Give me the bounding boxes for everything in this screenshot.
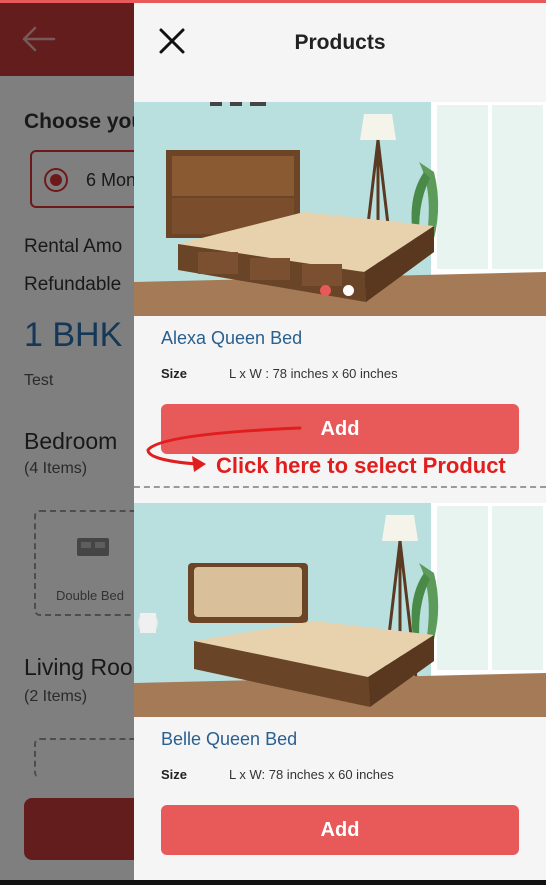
drawer-header: Products [134,3,546,81]
product-image-belle[interactable] [134,503,546,717]
annotation-text: Click here to select Product [216,453,506,478]
product-card-belle: Belle Queen Bed Size L x W: 78 inches x … [134,503,546,873]
size-label: Size [161,366,188,381]
size-value: L x W : 78 inches x 60 inches [229,366,398,381]
product-name[interactable]: Alexa Queen Bed [161,328,302,349]
product-card-alexa: Alexa Queen Bed Size L x W : 78 inches x… [134,102,546,472]
add-button[interactable]: Add [161,805,519,855]
carousel-dot[interactable] [343,285,354,296]
bed-photo [134,102,546,316]
product-divider [134,486,546,488]
size-label: Size [161,767,188,782]
status-accent-strip [0,0,546,3]
carousel-dots [320,285,354,297]
product-name[interactable]: Belle Queen Bed [161,729,297,750]
bed-photo [134,503,546,717]
drawer-title: Products [294,31,386,54]
carousel-dot-active[interactable] [320,285,331,296]
size-value: L x W: 78 inches x 60 inches [229,767,394,782]
product-image-alexa[interactable] [134,102,546,316]
